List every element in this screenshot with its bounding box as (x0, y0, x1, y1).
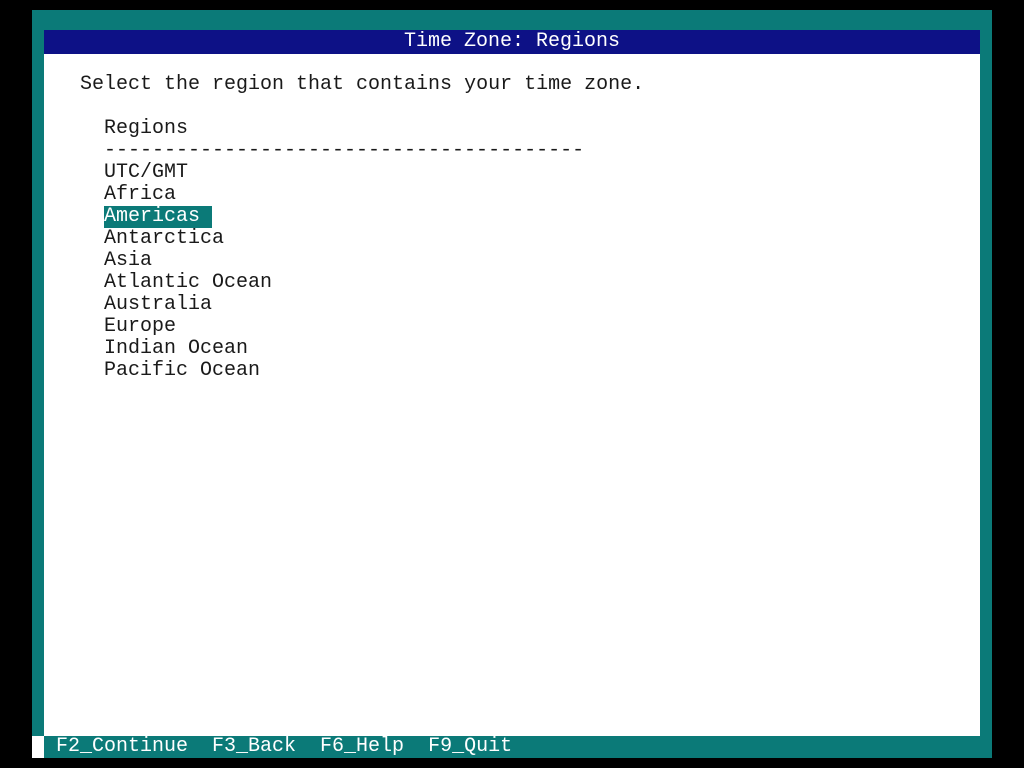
region-list[interactable]: Regions --------------------------------… (104, 118, 584, 382)
list-item-americas[interactable]: Americas (104, 206, 584, 228)
list-item-pacific-ocean[interactable]: Pacific Ocean (104, 360, 584, 382)
back-button[interactable]: F3_Back (212, 736, 296, 758)
list-item-label: Antarctica (104, 227, 225, 250)
list-item-label: Americas (104, 206, 213, 228)
list-item-label: Australia (104, 293, 213, 316)
instruction-text: Select the region that contains your tim… (80, 73, 645, 96)
installer-screen: Time Zone: Regions Select the region tha… (0, 0, 1024, 768)
window-title: Time Zone: Regions (44, 30, 980, 54)
list-item-label: Indian Ocean (104, 337, 249, 360)
list-item-label: UTC/GMT (104, 161, 189, 184)
list-header: Regions (104, 117, 189, 140)
list-item-label: Europe (104, 315, 177, 338)
list-item-africa[interactable]: Africa (104, 184, 584, 206)
quit-button[interactable]: F9_Quit (428, 736, 512, 758)
footer-left-marker (32, 736, 44, 758)
list-item-antarctica[interactable]: Antarctica (104, 228, 584, 250)
function-key-bar: F2_Continue F3_Back F6_Help F9_Quit (44, 736, 980, 758)
list-item-label: Atlantic Ocean (104, 271, 273, 294)
help-button[interactable]: F6_Help (320, 736, 404, 758)
list-divider: ---------------------------------------- (104, 139, 585, 162)
list-item-europe[interactable]: Europe (104, 316, 584, 338)
list-item-label: Africa (104, 183, 177, 206)
list-item-label: Asia (104, 249, 153, 272)
list-item-indian-ocean[interactable]: Indian Ocean (104, 338, 584, 360)
list-item-asia[interactable]: Asia (104, 250, 584, 272)
list-item-label: Pacific Ocean (104, 359, 261, 382)
list-item-utc-gmt[interactable]: UTC/GMT (104, 162, 584, 184)
list-item-atlantic-ocean[interactable]: Atlantic Ocean (104, 272, 584, 294)
list-item-australia[interactable]: Australia (104, 294, 584, 316)
content-panel: Select the region that contains your tim… (44, 54, 980, 736)
continue-button[interactable]: F2_Continue (56, 736, 188, 758)
